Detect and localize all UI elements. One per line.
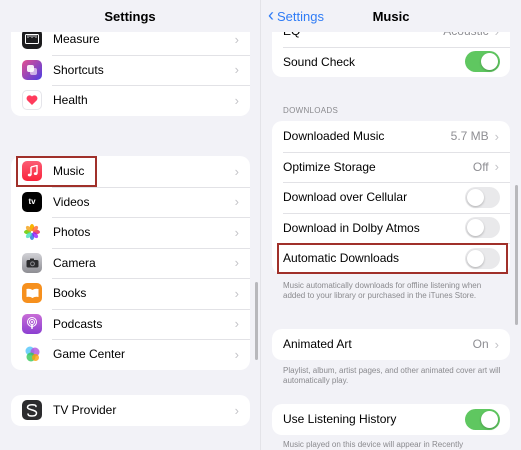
chevron-right-icon: › (494, 128, 499, 144)
tv-provider-icon (22, 400, 42, 421)
page-title: Music (372, 8, 410, 24)
chevron-right-icon: › (494, 336, 499, 352)
chevron-right-icon: › (234, 224, 239, 240)
download-dolby-atmos-toggle[interactable] (465, 217, 500, 239)
game-center-icon (22, 344, 42, 365)
animated-art-group: Animated Art On › (272, 329, 510, 360)
shortcuts-icon (22, 59, 42, 80)
sidebar-item-game-center[interactable]: Game Center › (11, 339, 250, 370)
sidebar-item-videos[interactable]: tv Videos › (11, 186, 250, 218)
downloaded-music-label: Downloaded Music (283, 129, 385, 144)
listening-history-toggle[interactable] (465, 408, 500, 430)
tv-icon: tv (22, 191, 42, 212)
sidebar-item-health[interactable]: Health › (11, 85, 250, 116)
downloads-group: Downloaded Music 5.7 MB › Optimize Stora… (272, 121, 510, 274)
downloads-footnote: Music automatically downloads for offlin… (283, 281, 482, 300)
back-button[interactable]: ‹ Settings (268, 0, 324, 32)
sidebar-item-label: Camera (53, 255, 96, 270)
sound-check-toggle[interactable] (465, 51, 500, 73)
downloaded-music-row[interactable]: Downloaded Music 5.7 MB › (272, 121, 510, 152)
animated-art-value: On (472, 337, 489, 352)
sidebar-item-camera[interactable]: Camera › (11, 247, 250, 279)
back-label: Settings (277, 8, 324, 24)
scrollbar[interactable] (515, 185, 518, 325)
sidebar-item-label: Game Center (53, 347, 126, 362)
sidebar-item-music[interactable]: Music › (11, 156, 250, 187)
chevron-right-icon: › (234, 31, 239, 47)
download-over-cellular-row: Download over Cellular (272, 182, 510, 213)
listening-history-footnote: Music played on this device will appear … (283, 440, 464, 449)
downloaded-music-value: 5.7 MB (450, 129, 489, 144)
sidebar-item-label: Photos (53, 225, 91, 240)
optimize-storage-value: Off (472, 159, 489, 174)
downloads-section-header: DOWNLOADS (283, 106, 339, 115)
settings-group-media: Music › tv Videos › Photos › Camera › Bo… (11, 156, 250, 370)
automatic-downloads-label: Automatic Downloads (283, 251, 400, 266)
sidebar-item-podcasts[interactable]: Podcasts › (11, 308, 250, 340)
scrollbar[interactable] (255, 282, 258, 360)
chevron-right-icon: › (234, 402, 239, 418)
sidebar-item-label: Videos (53, 194, 90, 209)
download-dolby-atmos-row: Download in Dolby Atmos (272, 212, 510, 244)
photos-icon (22, 222, 42, 243)
animated-art-footnote: Playlist, album, artist pages, and other… (283, 366, 501, 385)
download-over-cellular-toggle[interactable] (465, 186, 500, 208)
sound-check-label: Sound Check (283, 54, 356, 69)
podcasts-icon (22, 313, 42, 334)
chevron-right-icon: › (234, 346, 239, 362)
sidebar-item-label: Health (53, 93, 88, 108)
sidebar-item-label: Podcasts (53, 316, 103, 331)
chevron-right-icon: › (234, 92, 239, 108)
sidebar-item-tv-provider[interactable]: TV Provider › (11, 395, 250, 426)
animated-art-row[interactable]: Animated Art On › (272, 329, 510, 360)
chevron-right-icon: › (494, 159, 499, 175)
optimize-storage-row[interactable]: Optimize Storage Off › (272, 151, 510, 183)
sidebar-item-label: Music (53, 164, 85, 179)
listening-history-row: Use Listening History (272, 404, 510, 435)
sidebar-item-label: Books (53, 286, 87, 301)
chevron-right-icon: › (234, 163, 239, 179)
settings-nav-bar: Settings (0, 0, 260, 32)
automatic-downloads-toggle[interactable] (465, 247, 500, 269)
sidebar-item-label: Measure (53, 32, 100, 47)
chevron-left-icon: ‹ (268, 5, 274, 25)
books-icon (22, 283, 42, 304)
health-icon (22, 90, 42, 111)
animated-art-label: Animated Art (283, 337, 352, 352)
listening-history-group: Use Listening History (272, 404, 510, 435)
chevron-right-icon: › (234, 316, 239, 332)
chevron-right-icon: › (234, 255, 239, 271)
sidebar-item-photos[interactable]: Photos › (11, 217, 250, 248)
camera-icon (22, 252, 42, 273)
chevron-right-icon: › (234, 62, 239, 78)
sound-check-row: Sound Check (272, 46, 510, 78)
chevron-right-icon: › (234, 194, 239, 210)
download-dolby-atmos-label: Download in Dolby Atmos (283, 220, 420, 235)
page-title: Settings (104, 8, 156, 24)
chevron-right-icon: › (234, 285, 239, 301)
optimize-storage-label: Optimize Storage (283, 159, 376, 174)
sidebar-item-books[interactable]: Books › (11, 278, 250, 309)
settings-group-provider: TV Provider › (11, 395, 250, 426)
sidebar-item-shortcuts[interactable]: Shortcuts › (11, 54, 250, 86)
listening-history-label: Use Listening History (283, 412, 397, 427)
settings-pane: Settings Measure › Shortcuts › Health › (0, 0, 260, 450)
music-icon (22, 161, 42, 182)
music-settings-pane: ‹ Settings Music EQ Acoustic › Sound Che… (261, 0, 521, 450)
sidebar-item-label: Shortcuts (53, 62, 104, 77)
measure-icon (22, 29, 42, 50)
sidebar-item-label: TV Provider (53, 403, 117, 418)
automatic-downloads-row: Automatic Downloads (272, 243, 510, 274)
download-over-cellular-label: Download over Cellular (283, 190, 408, 205)
music-nav-bar: ‹ Settings Music (261, 0, 521, 32)
